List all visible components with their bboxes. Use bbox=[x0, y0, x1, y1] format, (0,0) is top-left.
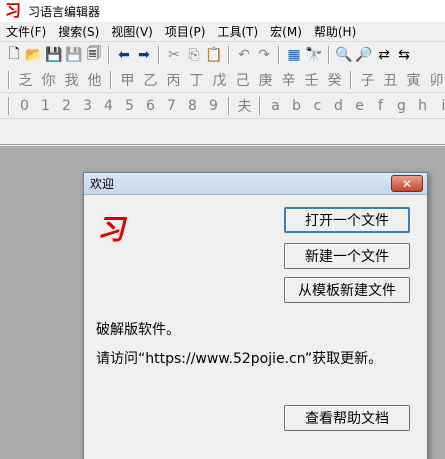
char-button[interactable]: 夫 bbox=[234, 96, 255, 116]
save-disabled-icon[interactable]: 💾 bbox=[64, 45, 84, 65]
title-bar: 习 习语言编辑器 bbox=[0, 0, 445, 22]
cut-icon[interactable]: ✂ bbox=[164, 45, 184, 65]
new-file-icon[interactable]: 🗋 bbox=[4, 45, 24, 65]
char-button[interactable]: 3 bbox=[77, 96, 98, 116]
toolbar-separator bbox=[8, 70, 10, 89]
calculator-icon[interactable]: ▦ bbox=[284, 45, 304, 65]
copy-icon[interactable]: ⎘ bbox=[184, 45, 204, 65]
replace-icon[interactable]: ⇄ bbox=[374, 45, 394, 65]
char-button[interactable]: 丙 bbox=[162, 70, 185, 90]
toolbar-separator bbox=[228, 96, 230, 115]
dialog-title: 欢迎 bbox=[90, 177, 115, 191]
replace-all-icon[interactable]: ⇆ bbox=[394, 45, 414, 65]
open-folder-icon[interactable]: 📂 bbox=[24, 45, 44, 65]
char-button[interactable]: 甲 bbox=[116, 70, 139, 90]
dialog-title-bar: 欢迎 ✕ bbox=[84, 173, 427, 195]
menu-view[interactable]: 视图(V) bbox=[105, 23, 159, 41]
toolbar-separator bbox=[350, 70, 352, 89]
char-button[interactable]: b bbox=[286, 96, 307, 116]
char-button[interactable]: 戊 bbox=[208, 70, 231, 90]
char-button[interactable]: 2 bbox=[56, 96, 77, 116]
menu-search[interactable]: 搜索(S) bbox=[52, 23, 105, 41]
char-button[interactable]: 4 bbox=[98, 96, 119, 116]
char-button[interactable]: 我 bbox=[60, 70, 83, 90]
app-title: 习语言编辑器 bbox=[28, 4, 101, 19]
toolbar-separator bbox=[228, 45, 230, 64]
toolbar-separator bbox=[108, 45, 110, 64]
digit-letter-toolbar: 0 1 2 3 4 5 6 7 8 9 夫 a b c d e f g h i bbox=[0, 93, 445, 119]
arrow-left-icon[interactable]: ⬅ bbox=[114, 45, 134, 65]
char-button[interactable]: 6 bbox=[140, 96, 161, 116]
toolbar-separator bbox=[278, 45, 280, 64]
toolbar-separator bbox=[158, 45, 160, 64]
char-button[interactable]: a bbox=[265, 96, 286, 116]
char-button[interactable]: e bbox=[349, 96, 370, 116]
char-button[interactable]: 乏 bbox=[14, 70, 37, 90]
char-button[interactable]: 8 bbox=[182, 96, 203, 116]
char-button[interactable]: 5 bbox=[119, 96, 140, 116]
char-button[interactable]: 子 bbox=[356, 70, 379, 90]
char-button[interactable]: 0 bbox=[14, 96, 35, 116]
char-button[interactable]: 辛 bbox=[277, 70, 300, 90]
char-button[interactable]: c bbox=[307, 96, 328, 116]
char-button[interactable]: 庚 bbox=[254, 70, 277, 90]
char-button[interactable]: 7 bbox=[161, 96, 182, 116]
char-button[interactable]: 丑 bbox=[379, 70, 402, 90]
char-button[interactable]: 乙 bbox=[139, 70, 162, 90]
main-toolbar: 🗋 📂 💾 💾 🗐 ⬅ ➡ ✂ ⎘ 📋 ↶ ↷ ▦ 🔭 🔍 🔎 ⇄ ⇆ bbox=[0, 42, 445, 68]
find-next-icon[interactable]: 🔎 bbox=[354, 45, 374, 65]
char-button[interactable]: 寅 bbox=[402, 70, 425, 90]
char-button[interactable]: f bbox=[370, 96, 391, 116]
tab-strip bbox=[0, 119, 445, 145]
menu-project[interactable]: 项目(P) bbox=[159, 23, 212, 41]
char-button[interactable]: 他 bbox=[83, 70, 106, 90]
char-button[interactable]: 你 bbox=[37, 70, 60, 90]
find-icon[interactable]: 🔍 bbox=[334, 45, 354, 65]
char-button[interactable]: 己 bbox=[231, 70, 254, 90]
char-button[interactable]: 壬 bbox=[300, 70, 323, 90]
welcome-dialog: 欢迎 ✕ 习 打开一个文件 新建一个文件 从模板新建文件 破解版软件。 请访问“… bbox=[83, 172, 428, 459]
cracked-version-text: 破解版软件。 bbox=[96, 322, 180, 338]
char-button[interactable]: g bbox=[391, 96, 412, 116]
char-button[interactable]: 丁 bbox=[185, 70, 208, 90]
new-from-template-button[interactable]: 从模板新建文件 bbox=[284, 277, 410, 303]
char-button[interactable]: i bbox=[433, 96, 445, 116]
undo-icon[interactable]: ↶ bbox=[234, 45, 254, 65]
redo-icon[interactable]: ↷ bbox=[254, 45, 274, 65]
toolbar-separator bbox=[259, 96, 261, 115]
char-button[interactable]: d bbox=[328, 96, 349, 116]
toolbar-separator bbox=[110, 70, 112, 89]
char-button[interactable]: h bbox=[412, 96, 433, 116]
view-help-button[interactable]: 查看帮助文档 bbox=[284, 405, 410, 431]
app-logo-icon: 习 bbox=[4, 1, 21, 20]
toolbar-separator bbox=[8, 96, 10, 115]
save-icon[interactable]: 💾 bbox=[44, 45, 64, 65]
close-button[interactable]: ✕ bbox=[391, 175, 423, 192]
arrow-right-icon[interactable]: ➡ bbox=[134, 45, 154, 65]
char-button[interactable]: 卯 bbox=[425, 70, 445, 90]
new-file-button[interactable]: 新建一个文件 bbox=[284, 243, 410, 269]
menu-tools[interactable]: 工具(T) bbox=[211, 23, 264, 41]
find-in-files-icon[interactable]: 🔭 bbox=[304, 45, 324, 65]
menu-bar: 文件(F) 搜索(S) 视图(V) 项目(P) 工具(T) 宏(M) 帮助(H) bbox=[0, 22, 445, 42]
toolbar-separator bbox=[328, 45, 330, 64]
char-button[interactable]: 9 bbox=[203, 96, 224, 116]
menu-macro[interactable]: 宏(M) bbox=[264, 23, 308, 41]
open-file-button[interactable]: 打开一个文件 bbox=[284, 207, 410, 233]
char-button[interactable]: 1 bbox=[35, 96, 56, 116]
paste-icon[interactable]: 📋 bbox=[204, 45, 224, 65]
save-all-icon[interactable]: 🗐 bbox=[84, 45, 104, 65]
app-logo-icon: 习 bbox=[95, 213, 131, 246]
visit-site-text: 请访问“https://www.52pojie.cn”获取更新。 bbox=[96, 351, 383, 367]
menu-file[interactable]: 文件(F) bbox=[0, 23, 52, 41]
chinese-char-toolbar: 乏 你 我 他 甲 乙 丙 丁 戊 己 庚 辛 壬 癸 子 丑 寅 卯 辰 bbox=[0, 67, 445, 93]
menu-help[interactable]: 帮助(H) bbox=[308, 23, 362, 41]
char-button[interactable]: 癸 bbox=[323, 70, 346, 90]
